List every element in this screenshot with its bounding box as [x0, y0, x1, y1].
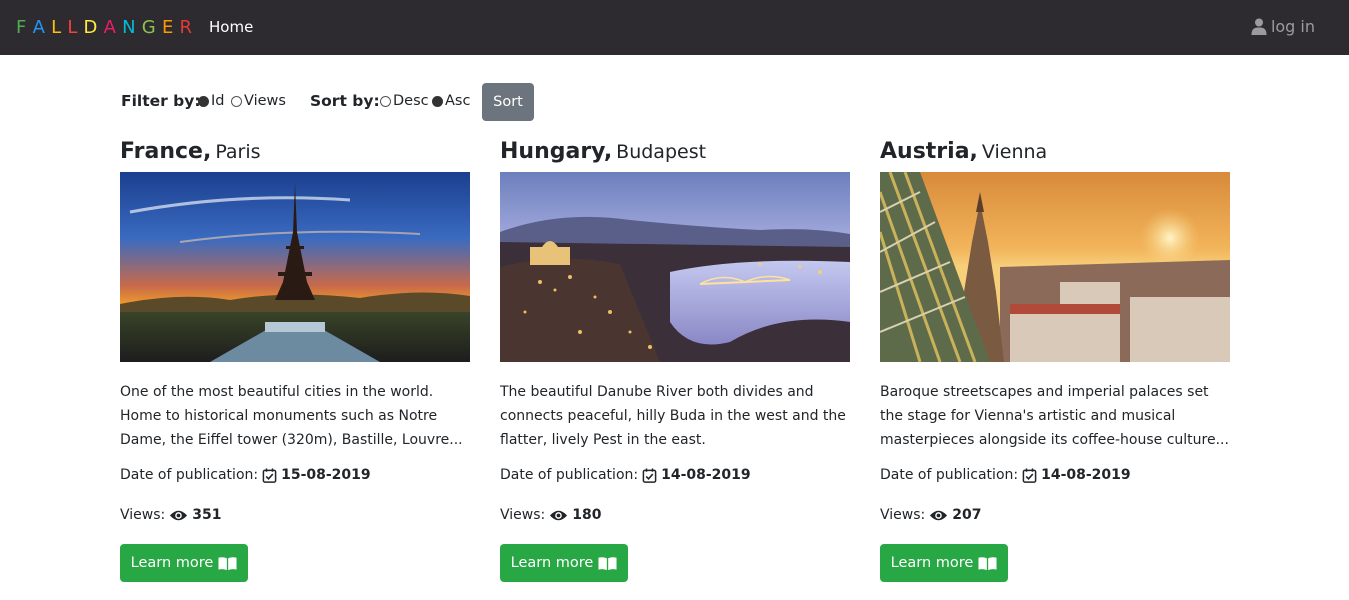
brand-letter: L [51, 17, 68, 38]
eye-icon [930, 510, 948, 520]
filter-radio-id[interactable]: Id [198, 93, 224, 109]
card-image[interactable] [500, 172, 850, 362]
date-value: 15-08-2019 [281, 467, 371, 483]
paris-image [120, 172, 470, 362]
learn-more-button[interactable]: Learn more [120, 544, 248, 582]
card-image[interactable] [880, 172, 1230, 362]
city-name: Paris [215, 141, 261, 163]
sort-radio-desc[interactable]: Desc [380, 93, 429, 109]
brand-logo[interactable]: FALLDANGER [16, 17, 198, 38]
user-icon [1251, 18, 1267, 35]
login-label: log in [1270, 17, 1315, 36]
brand-letter: E [161, 17, 180, 38]
book-open-icon [978, 556, 997, 570]
filter-bar: Filter by: Id Views Sort by: Desc Asc So… [121, 83, 641, 121]
country-name: Austria, [880, 139, 978, 164]
login-link[interactable]: log in [1251, 17, 1315, 36]
radio-dot[interactable] [231, 95, 242, 107]
country-name: France, [120, 139, 212, 164]
country-name: Hungary, [500, 139, 613, 164]
brand-letter: R [179, 17, 199, 38]
card-description: Baroque streetscapes and imperial palace… [880, 384, 1229, 448]
views-count: Views: 207 [880, 507, 982, 523]
views-count: Views: 180 [500, 507, 602, 523]
brand-letter: A [32, 17, 52, 38]
radio-dot[interactable] [432, 95, 443, 107]
eye-icon [170, 510, 188, 520]
learn-more-button[interactable]: Learn more [880, 544, 1008, 582]
nav-home-link[interactable]: Home [209, 18, 253, 36]
brand-letter: N [122, 17, 142, 38]
brand-letter: D [83, 17, 104, 38]
eye-icon [550, 510, 568, 520]
book-open-icon [218, 556, 237, 570]
city-name: Vienna [981, 141, 1048, 163]
views-value: 180 [572, 507, 602, 523]
sort-label: Sort by: [310, 92, 380, 110]
date-value: 14-08-2019 [1041, 467, 1131, 483]
views-value: 207 [952, 507, 982, 523]
views-value: 351 [192, 507, 222, 523]
publication-date: Date of publication: 14-08-2019 [880, 467, 1131, 483]
card-title: Austria, Vienna [880, 138, 1230, 166]
book-open-icon [598, 556, 617, 570]
sort-radio-asc[interactable]: Asc [432, 93, 470, 109]
filter-radio-views[interactable]: Views [231, 93, 286, 109]
vienna-image [880, 172, 1230, 362]
publication-date: Date of publication: 14-08-2019 [500, 467, 751, 483]
card-description: One of the most beautiful cities in the … [120, 384, 463, 448]
city-name: Budapest [616, 141, 707, 163]
article-card: France, Paris One of the most beautiful … [120, 138, 470, 582]
calendar-check-icon [1022, 467, 1037, 483]
article-card: Austria, Vienna Baroque streetscapes and… [880, 138, 1230, 582]
calendar-check-icon [262, 467, 277, 483]
brand-letter: A [103, 17, 123, 38]
brand-letter: G [141, 17, 162, 38]
radio-dot[interactable] [198, 95, 209, 107]
card-title: France, Paris [120, 138, 470, 166]
budapest-image [500, 172, 850, 362]
calendar-check-icon [642, 467, 657, 483]
card-description: The beautiful Danube River both divides … [500, 384, 846, 448]
article-card: Hungary, Budapest The beautiful Danube R… [500, 138, 850, 582]
card-image[interactable] [120, 172, 470, 362]
sort-button[interactable]: Sort [482, 83, 534, 121]
views-count: Views: 351 [120, 507, 222, 523]
card-title: Hungary, Budapest [500, 138, 850, 166]
date-value: 14-08-2019 [661, 467, 751, 483]
publication-date: Date of publication: 15-08-2019 [120, 467, 371, 483]
brand-letter: F [16, 17, 33, 38]
filter-label: Filter by: [121, 92, 201, 110]
learn-more-button[interactable]: Learn more [500, 544, 628, 582]
brand-letter: L [67, 17, 84, 38]
navbar: FALLDANGER Home log in [0, 0, 1349, 55]
radio-dot[interactable] [380, 95, 391, 107]
